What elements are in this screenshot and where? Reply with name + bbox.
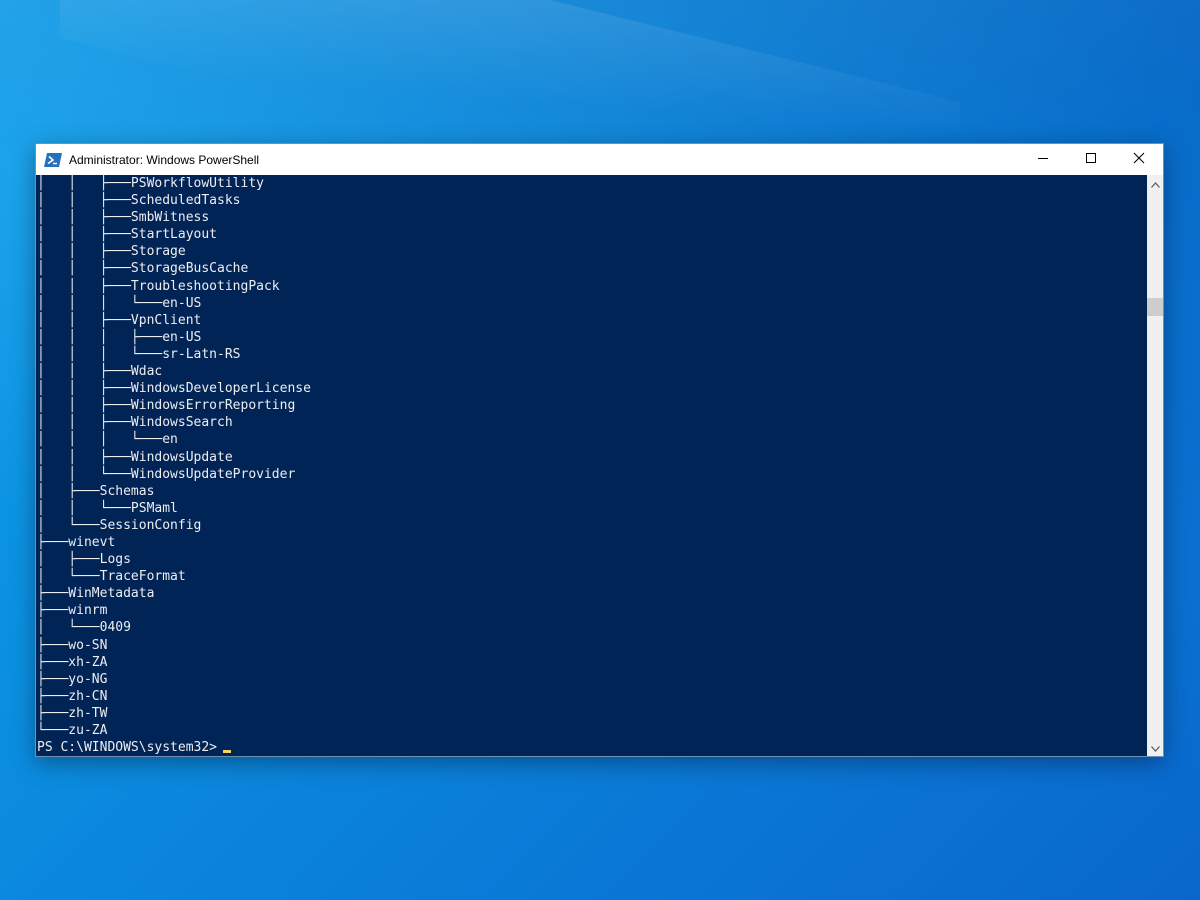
output-line: │ └───0409 xyxy=(37,620,131,636)
output-line: │ └───SessionConfig xyxy=(37,517,202,533)
output-lines: │ │ ├───PSWorkflowUtility │ │ ├───Schedul… xyxy=(36,175,1147,739)
output-line: │ │ ├───WindowsDeveloperLicense xyxy=(37,381,311,397)
scroll-track[interactable] xyxy=(1147,192,1163,739)
output-line: ├───wo-SN xyxy=(37,637,108,653)
output-line: ├───xh-ZA xyxy=(37,654,108,670)
output-line: └───zu-ZA xyxy=(37,723,108,738)
command-prompt: PS C:\WINDOWS\system32> xyxy=(37,740,218,756)
command-prompt-line[interactable]: PS C:\WINDOWS\system32> xyxy=(36,739,1147,756)
powershell-icon xyxy=(44,152,62,167)
window-title: Administrator: Windows PowerShell xyxy=(69,152,260,167)
output-line: ├───winevt xyxy=(37,534,116,550)
vertical-scrollbar[interactable] xyxy=(1147,175,1163,756)
close-icon xyxy=(1133,151,1145,169)
output-line: │ │ │ └───sr-Latn-RS xyxy=(37,346,241,362)
scroll-up-arrow-icon xyxy=(1150,175,1160,193)
scroll-down-arrow-icon xyxy=(1150,739,1160,757)
console-output[interactable]: │ │ ├───PSWorkflowUtility │ │ ├───Schedul… xyxy=(36,175,1147,756)
output-line: ├───WinMetadata xyxy=(37,586,155,602)
maximize-button[interactable] xyxy=(1067,144,1115,175)
output-line: │ │ ├───ScheduledTasks xyxy=(37,193,241,209)
output-line: │ └───TraceFormat xyxy=(37,569,186,585)
output-line: │ │ ├───StartLayout xyxy=(37,227,218,243)
output-line: │ │ ├───StorageBusCache xyxy=(37,261,249,277)
output-line: │ │ ├───WindowsErrorReporting xyxy=(37,398,296,414)
output-line: │ │ ├───WindowsUpdate xyxy=(37,449,233,465)
output-line: │ │ ├───SmbWitness xyxy=(37,210,210,226)
output-line: │ ├───Logs xyxy=(37,552,131,568)
output-line: │ │ ├───PSWorkflowUtility xyxy=(37,176,264,191)
output-line: │ │ ├───WindowsSearch xyxy=(37,415,233,431)
output-line: ├───yo-NG xyxy=(37,671,108,687)
output-line: │ │ │ ├───en-US xyxy=(37,329,202,345)
minimize-icon xyxy=(1037,151,1049,169)
output-line: │ │ └───WindowsUpdateProvider xyxy=(37,466,296,482)
title-bar[interactable]: Administrator: Windows PowerShell xyxy=(36,144,1163,175)
output-line: │ │ ├───TroubleshootingPack xyxy=(37,278,280,294)
output-line: │ │ ├───Wdac xyxy=(37,364,163,380)
output-line: │ │ │ └───en-US xyxy=(37,295,202,311)
scroll-up-button[interactable] xyxy=(1147,175,1163,192)
scroll-thumb[interactable] xyxy=(1147,298,1163,316)
output-line: ├───zh-TW xyxy=(37,705,108,721)
scroll-down-button[interactable] xyxy=(1147,739,1163,756)
output-line: │ │ └───PSMaml xyxy=(37,500,178,516)
minimize-button[interactable] xyxy=(1019,144,1067,175)
maximize-icon xyxy=(1085,151,1097,169)
close-button[interactable] xyxy=(1115,144,1163,175)
output-line: │ │ │ └───en xyxy=(37,432,178,448)
output-line: │ │ ├───Storage xyxy=(37,244,186,260)
output-line: │ │ ├───VpnClient xyxy=(37,312,202,328)
output-line: ├───zh-CN xyxy=(37,688,108,704)
output-line: ├───winrm xyxy=(37,603,108,619)
text-cursor xyxy=(223,750,232,754)
powershell-window[interactable]: Administrator: Windows PowerShell │ │ ├─… xyxy=(35,143,1164,757)
output-line: │ ├───Schemas xyxy=(37,483,155,499)
